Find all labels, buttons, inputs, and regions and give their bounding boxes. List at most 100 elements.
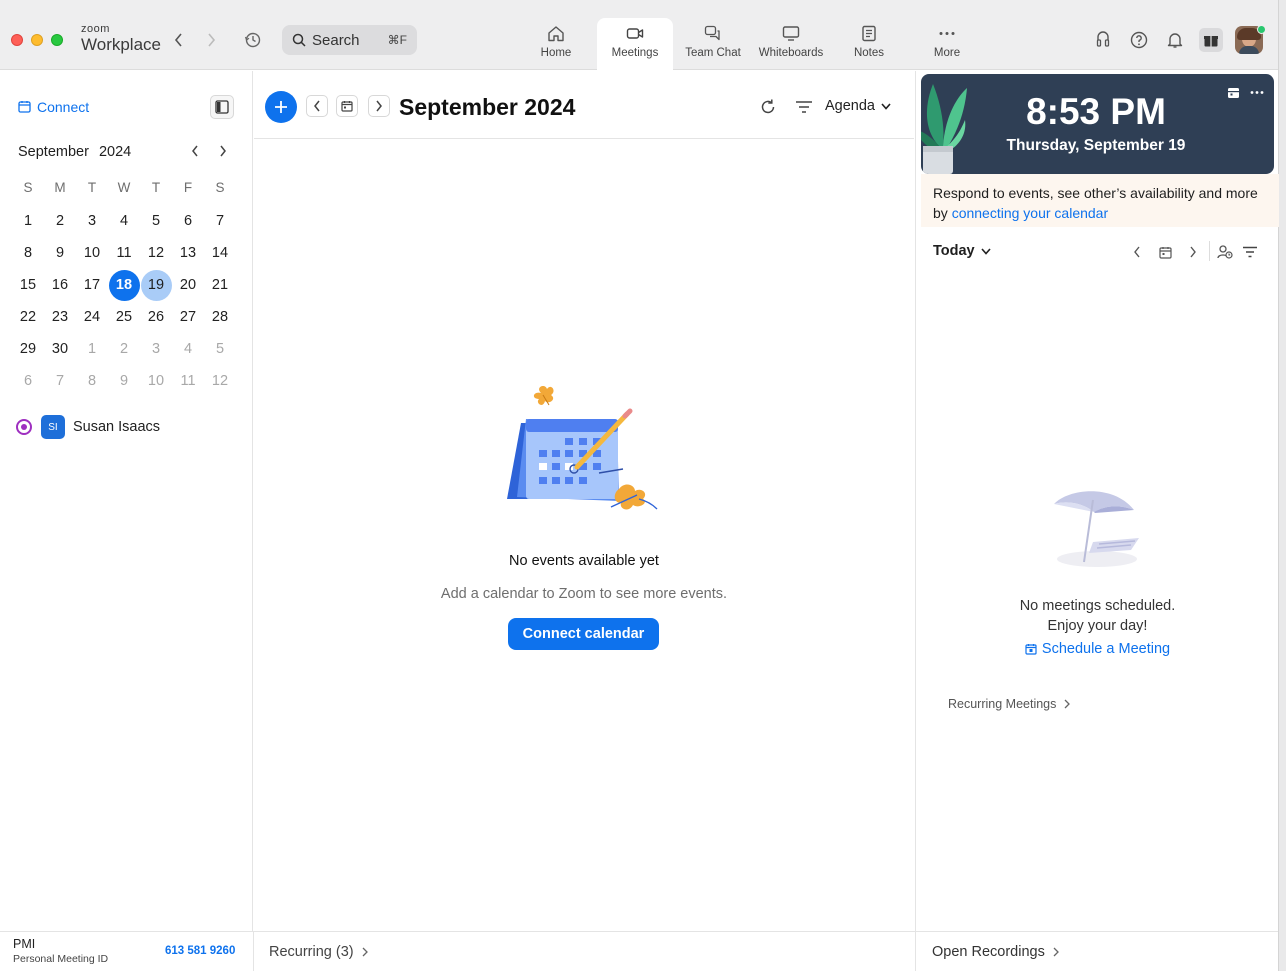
recurring-meetings-link[interactable]: Recurring Meetings [948, 697, 1071, 711]
calendar-day[interactable]: 21 [204, 269, 236, 301]
calendar-day[interactable]: 26 [140, 301, 172, 333]
calendar-toolbar: September 2024 Agenda [254, 71, 914, 139]
back-arrow-icon[interactable] [168, 29, 190, 51]
next-period-button[interactable] [368, 95, 390, 117]
headset-icon[interactable] [1092, 29, 1114, 51]
sidebar-toggle-button[interactable] [210, 95, 234, 119]
calendar-day[interactable]: 12 [140, 237, 172, 269]
more-dots-icon [939, 32, 955, 35]
refresh-icon[interactable] [759, 98, 777, 121]
open-recordings-link[interactable]: Open Recordings [932, 944, 1059, 960]
beach-umbrella-illustration [1054, 491, 1139, 567]
calendar-day[interactable]: 24 [76, 301, 108, 333]
current-time: 8:53 PM [1026, 91, 1166, 132]
recurring-meetings-label: Recurring Meetings [948, 697, 1057, 711]
view-select[interactable]: Agenda [825, 98, 891, 114]
calendar-day[interactable]: 7 [204, 205, 236, 237]
calendar-day-selected[interactable]: 18 [108, 269, 140, 301]
calendar-day[interactable]: 22 [12, 301, 44, 333]
calendar-day[interactable]: 2 [44, 205, 76, 237]
calendar-day[interactable]: 15 [12, 269, 44, 301]
calendar-day[interactable]: 11 [172, 365, 204, 397]
add-event-button[interactable] [265, 91, 297, 123]
window-minimize-button[interactable] [31, 34, 43, 46]
tab-meetings[interactable]: Meetings [597, 18, 673, 70]
help-icon[interactable] [1128, 29, 1150, 51]
whiteboard-icon [782, 26, 800, 41]
schedule-meeting-link[interactable]: Schedule a Meeting [916, 641, 1279, 657]
window-zoom-button[interactable] [51, 34, 63, 46]
calendar-day[interactable]: 6 [172, 205, 204, 237]
mini-calendar-year: 2024 [98, 144, 132, 160]
tab-home[interactable]: Home [518, 18, 594, 70]
weekday-header: T [87, 179, 97, 195]
previous-period-button[interactable] [306, 95, 328, 117]
calendar-day[interactable]: 28 [204, 301, 236, 333]
calendar-day[interactable]: 29 [12, 333, 44, 365]
calendar-day[interactable]: 10 [140, 365, 172, 397]
previous-day-button[interactable] [1128, 243, 1146, 261]
more-dots-icon[interactable] [1250, 86, 1264, 99]
calendar-today-button[interactable] [1156, 243, 1174, 261]
bell-icon[interactable] [1164, 29, 1186, 51]
tab-more[interactable]: More [909, 18, 985, 70]
tab-notes[interactable]: Notes [831, 18, 907, 70]
home-icon [548, 26, 564, 42]
calendar-day[interactable]: 11 [108, 237, 140, 269]
footer-bar: PMI Personal Meeting ID 613 581 9260 Rec… [0, 931, 1278, 971]
calendar-day[interactable]: 8 [12, 237, 44, 269]
tab-whiteboards[interactable]: Whiteboards [753, 18, 829, 70]
calendar-day[interactable]: 23 [44, 301, 76, 333]
recurring-link[interactable]: Recurring (3) [269, 944, 368, 960]
pmi-sublabel: Personal Meeting ID [13, 952, 109, 965]
tab-team-chat[interactable]: Team Chat [675, 18, 751, 70]
open-recordings-label: Open Recordings [932, 944, 1045, 960]
chevron-left-icon [192, 145, 198, 157]
mini-calendar-prev-button[interactable] [187, 143, 203, 159]
calendar-day[interactable]: 4 [108, 205, 140, 237]
calendar-day[interactable]: 30 [44, 333, 76, 365]
calendar-day[interactable]: 6 [12, 365, 44, 397]
connect-calendar-button[interactable]: Connect calendar [508, 618, 659, 650]
calendar-day[interactable]: 7 [44, 365, 76, 397]
forward-arrow-icon[interactable] [200, 29, 222, 51]
calendar-day[interactable]: 9 [44, 237, 76, 269]
calendar-day[interactable]: 1 [12, 205, 44, 237]
gift-icon[interactable] [1199, 28, 1223, 52]
filter-icon[interactable] [795, 99, 813, 120]
person-toggle-radio[interactable] [16, 419, 32, 435]
calendar-day[interactable]: 1 [76, 333, 108, 365]
connect-link[interactable]: Connect [18, 99, 89, 115]
calendar-day[interactable]: 8 [76, 365, 108, 397]
mini-calendar-next-button[interactable] [215, 143, 231, 159]
calendar-day[interactable]: 13 [172, 237, 204, 269]
history-icon[interactable] [242, 29, 264, 51]
calendar-icon[interactable] [1227, 86, 1240, 99]
people-availability-icon[interactable] [1216, 243, 1234, 261]
filter-icon[interactable] [1241, 243, 1259, 261]
calendar-day[interactable]: 3 [76, 205, 108, 237]
calendar-day[interactable]: 27 [172, 301, 204, 333]
calendar-day[interactable]: 3 [140, 333, 172, 365]
connect-calendar-link[interactable]: connecting your calendar [952, 205, 1108, 221]
calendar-person[interactable]: SI Susan Isaacs [16, 415, 160, 439]
calendar-day[interactable]: 12 [204, 365, 236, 397]
calendar-day[interactable]: 16 [44, 269, 76, 301]
go-to-today-button[interactable] [336, 95, 358, 117]
calendar-day[interactable]: 17 [76, 269, 108, 301]
search-input[interactable]: Search ⌘F [282, 25, 417, 55]
window-close-button[interactable] [11, 34, 23, 46]
calendar-day[interactable]: 5 [140, 205, 172, 237]
calendar-day[interactable]: 14 [204, 237, 236, 269]
calendar-day[interactable]: 20 [172, 269, 204, 301]
calendar-day[interactable]: 4 [172, 333, 204, 365]
calendar-day[interactable]: 25 [108, 301, 140, 333]
calendar-day[interactable]: 10 [76, 237, 108, 269]
calendar-day[interactable]: 5 [204, 333, 236, 365]
calendar-day[interactable]: 2 [108, 333, 140, 365]
calendar-day-today[interactable]: 19 [140, 269, 172, 301]
next-day-button[interactable] [1184, 243, 1202, 261]
pmi-number[interactable]: 613 581 9260 [165, 945, 235, 957]
today-select[interactable]: Today [933, 243, 991, 259]
calendar-day[interactable]: 9 [108, 365, 140, 397]
